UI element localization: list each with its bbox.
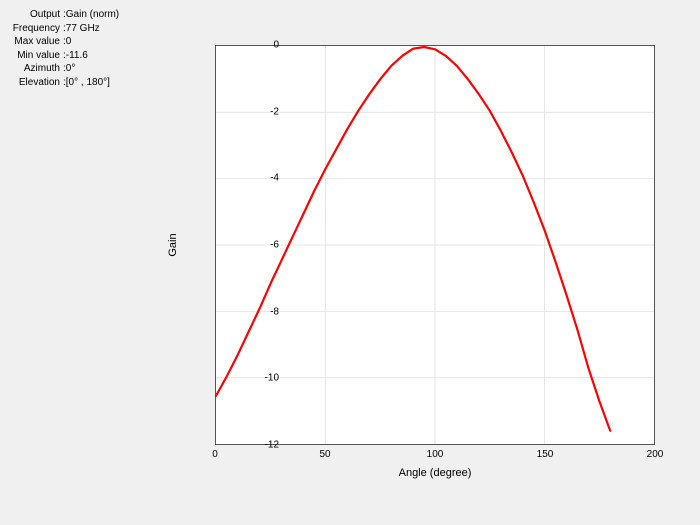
info-label: Elevation [8,76,63,90]
info-value: Gain (norm) [66,8,119,22]
info-label: Output [8,8,63,22]
y-tick: -12 [239,440,279,451]
info-frequency: Frequency : 77 GHz [8,22,119,36]
x-tick: 150 [537,449,554,460]
info-label: Max value [8,35,63,49]
info-value: 0 [66,35,72,49]
info-label: Azimuth [8,62,63,76]
x-tick: 200 [647,449,664,460]
y-tick: -4 [239,173,279,184]
info-azimuth: Azimuth : 0° [8,62,119,76]
y-axis-label: Gain [167,233,179,256]
info-value: [0° , 180°] [66,76,110,90]
plot-info-panel: Output : Gain (norm) Frequency : 77 GHz … [8,8,119,89]
plot-area [215,45,655,445]
y-tick: -10 [239,373,279,384]
x-tick: 100 [427,449,444,460]
y-tick: 0 [239,40,279,51]
x-tick: 0 [212,449,218,460]
info-output: Output : Gain (norm) [8,8,119,22]
info-value: 0° [66,62,76,76]
info-value: 77 GHz [66,22,100,36]
y-tick: -8 [239,306,279,317]
chart-container: Gain Angle (degree) 0 -2 -4 -6 -8 -10 -12 0 50 1… [155,35,665,490]
y-tick: -6 [239,240,279,251]
y-tick: -2 [239,106,279,117]
x-axis-label: Angle (degree) [399,467,472,479]
info-elevation: Elevation : [0° , 180°] [8,76,119,90]
info-max: Max value : 0 [8,35,119,49]
data-line [216,46,654,444]
info-value: -11.6 [66,49,88,63]
info-min: Min value : -11.6 [8,49,119,63]
info-label: Frequency [8,22,63,36]
x-tick: 50 [319,449,330,460]
info-label: Min value [8,49,63,63]
